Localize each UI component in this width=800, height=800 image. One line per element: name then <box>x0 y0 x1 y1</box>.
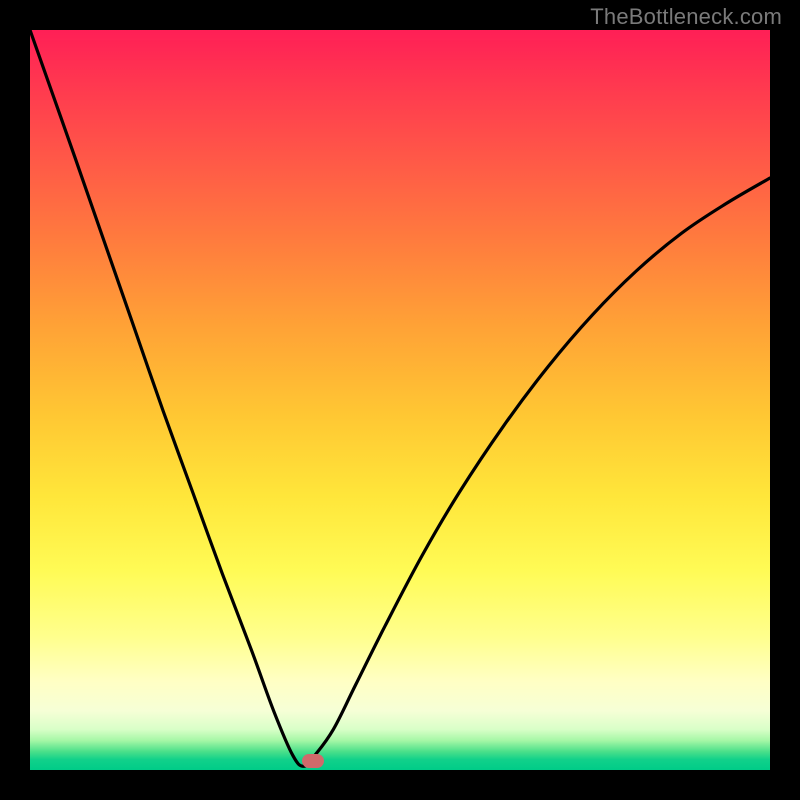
bottleneck-curve <box>30 30 770 770</box>
watermark-text: TheBottleneck.com <box>590 4 782 30</box>
minimum-marker <box>302 754 324 768</box>
plot-area <box>30 30 770 770</box>
curve-path <box>30 30 770 766</box>
chart-frame: TheBottleneck.com <box>0 0 800 800</box>
